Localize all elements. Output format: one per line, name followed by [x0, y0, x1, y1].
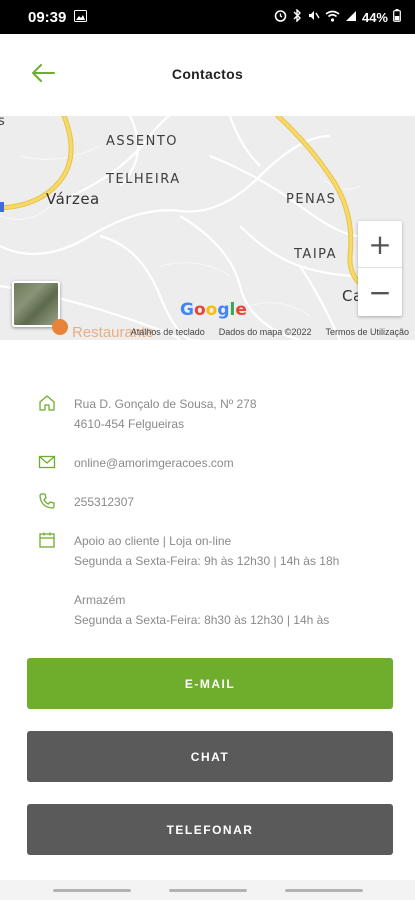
zoom-out-button[interactable]: −: [358, 269, 402, 316]
recent-apps-button[interactable]: [53, 889, 131, 892]
map-footer: Atalhos de teclado Dados do mapa ©2022 T…: [0, 323, 415, 340]
app-header: Contactos: [0, 34, 415, 116]
battery-icon: [393, 9, 401, 25]
page-title: Contactos: [171, 66, 244, 82]
signal-icon: [345, 10, 357, 25]
home-button[interactable]: [169, 889, 247, 892]
map-view[interactable]: s ASSENTO TELHEIRA Várzea PENAS TAIPA Ca…: [0, 116, 415, 340]
email-button[interactable]: E-MAIL: [27, 658, 393, 709]
bluetooth-icon: [292, 8, 302, 25]
email-text[interactable]: online@amorimgeracoes.com: [74, 453, 234, 473]
phone-row[interactable]: 255312307: [38, 492, 134, 512]
address-text: Rua D. Gonçalo de Sousa, Nº 278 4610-454…: [74, 394, 257, 434]
chat-button[interactable]: CHAT: [27, 731, 393, 782]
calendar-icon: [39, 532, 55, 548]
phone-icon: [39, 493, 55, 509]
satellite-view-toggle[interactable]: [12, 281, 60, 327]
map-label-taipa: TAIPA: [294, 247, 338, 262]
support-title: Apoio ao cliente | Loja on-line: [74, 534, 232, 548]
alarm-icon: [274, 9, 287, 25]
home-icon: [39, 395, 55, 411]
address-line-2: 4610-454 Felgueiras: [74, 417, 185, 431]
map-label-s: s: [0, 116, 7, 129]
mute-icon: [307, 9, 320, 25]
warehouse-hours: Segunda a Sexta-Feira: 8h30 às 12h30 | 1…: [74, 613, 330, 627]
map-data-label[interactable]: Dados do mapa ©2022: [219, 327, 312, 337]
map-label-telheira: TELHEIRA: [106, 172, 181, 187]
hours-text: Apoio ao cliente | Loja on-line Segunda …: [74, 531, 339, 630]
address-row: Rua D. Gonçalo de Sousa, Nº 278 4610-454…: [38, 394, 257, 434]
map-label-assento: ASSENTO: [106, 134, 179, 149]
back-nav-button[interactable]: [285, 889, 363, 892]
phone-text[interactable]: 255312307: [74, 492, 134, 512]
warehouse-title: Armazém: [74, 593, 126, 607]
wifi-icon: [325, 10, 340, 25]
gallery-icon: [74, 9, 88, 26]
address-line-1: Rua D. Gonçalo de Sousa, Nº 278: [74, 397, 257, 411]
status-left: 09:39: [28, 8, 88, 26]
map-label-varzea: Várzea: [46, 190, 100, 208]
google-logo: Google: [180, 300, 247, 320]
call-button[interactable]: TELEFONAR: [27, 804, 393, 855]
status-time: 09:39: [28, 8, 67, 26]
terms-link[interactable]: Termos de Utilização: [325, 327, 409, 337]
status-bar: 09:39 44%: [0, 0, 415, 34]
email-row[interactable]: online@amorimgeracoes.com: [38, 453, 234, 473]
status-right: 44%: [274, 8, 401, 25]
hours-row: Apoio ao cliente | Loja on-line Segunda …: [38, 531, 339, 630]
zoom-controls: + −: [358, 221, 402, 316]
keyboard-shortcuts-link[interactable]: Atalhos de teclado: [131, 327, 205, 337]
mail-icon: [38, 455, 56, 469]
navigation-bar: [0, 880, 415, 900]
battery-level: 44%: [361, 9, 388, 25]
support-hours: Segunda a Sexta-Feira: 9h às 12h30 | 14h…: [74, 554, 340, 568]
map-label-penas: PENAS: [286, 192, 337, 207]
zoom-in-button[interactable]: +: [358, 221, 402, 268]
